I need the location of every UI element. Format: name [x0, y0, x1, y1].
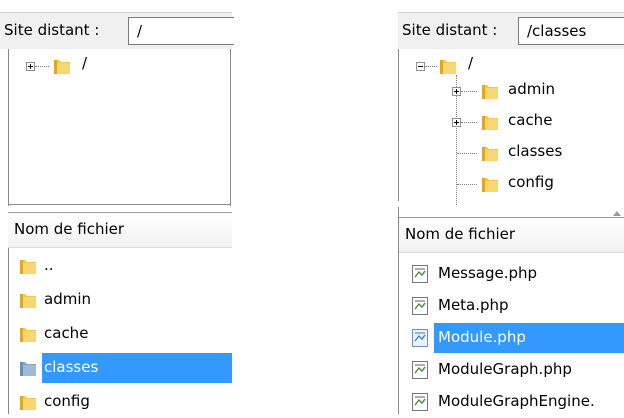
file-row[interactable]: Meta.php	[398, 290, 624, 322]
left-remote-panel: Site distant : / / Nom de fichier .. adm…	[0, 0, 234, 414]
php-file-icon	[412, 297, 428, 315]
php-file-icon	[412, 329, 428, 347]
tree-node-label[interactable]: /	[468, 54, 473, 72]
column-header-filename[interactable]: Nom de fichier	[8, 212, 232, 248]
scroll-up-arrow-icon[interactable]	[613, 211, 621, 216]
tree-connector	[461, 122, 477, 123]
tree-node-label[interactable]: /	[82, 54, 87, 72]
folder-icon	[20, 396, 36, 410]
collapse-minus-icon[interactable]	[416, 62, 425, 71]
right-remote-panel: Site distant : /classes / admin cache cl…	[398, 0, 624, 414]
tree-node-label[interactable]: cache	[508, 111, 552, 129]
file-row[interactable]: ..	[0, 250, 232, 282]
folder-icon	[482, 85, 498, 99]
file-row[interactable]: ModuleGraph.php	[398, 354, 624, 386]
file-row[interactable]: Message.php	[398, 258, 624, 290]
remote-site-label: Site distant :	[4, 21, 100, 39]
file-name: config	[44, 392, 90, 410]
folder-icon	[482, 178, 498, 192]
tree-connector	[425, 66, 437, 67]
tree-border	[398, 49, 399, 201]
tree-border	[8, 204, 231, 205]
tree-node-label[interactable]: classes	[508, 142, 562, 160]
remote-path-field[interactable]: /classes	[518, 17, 624, 45]
folder-icon	[20, 362, 36, 376]
remote-site-bar: Site distant : /classes	[398, 12, 624, 50]
expand-plus-icon[interactable]	[452, 118, 461, 127]
expand-plus-icon[interactable]	[452, 87, 461, 96]
remote-path-value: /classes	[527, 22, 587, 40]
remote-site-label: Site distant :	[402, 21, 498, 39]
remote-path-field[interactable]: /	[128, 17, 234, 45]
tree-border	[8, 49, 9, 206]
remote-directory-tree: /	[0, 49, 232, 206]
tree-connector	[457, 184, 477, 185]
file-row[interactable]: ModuleGraphEngine.	[398, 386, 624, 418]
column-header-label: Nom de fichier	[405, 225, 516, 243]
remote-file-list: Nom de fichier Message.php Meta.php Modu…	[398, 207, 624, 414]
remote-directory-tree: / admin cache classes config	[398, 49, 624, 205]
remote-site-bar: Site distant : /	[0, 12, 234, 50]
php-file-icon	[412, 393, 428, 411]
file-name: classes	[44, 358, 99, 376]
file-name: cache	[44, 324, 89, 342]
tree-node-label[interactable]: config	[508, 173, 554, 191]
file-name: ..	[44, 256, 54, 274]
file-row[interactable]: cache	[0, 318, 232, 350]
column-header-filename[interactable]: Nom de fichier	[399, 217, 624, 253]
tree-border	[230, 49, 231, 206]
folder-icon	[20, 328, 36, 342]
file-row-selected[interactable]: classes	[0, 352, 232, 384]
folder-icon	[54, 60, 70, 74]
folder-icon	[440, 60, 456, 74]
tree-connector	[457, 153, 477, 154]
file-name: Module.php	[438, 328, 526, 346]
folder-icon	[20, 260, 36, 274]
file-name: Meta.php	[438, 296, 509, 314]
folder-icon	[482, 147, 498, 161]
tree-connector	[461, 91, 477, 92]
file-name: ModuleGraphEngine.	[438, 392, 595, 410]
file-row[interactable]: config	[0, 386, 232, 418]
php-file-icon	[412, 265, 428, 283]
file-name: admin	[44, 290, 91, 308]
file-row[interactable]: admin	[0, 284, 232, 316]
file-row-selected[interactable]: Module.php	[398, 322, 624, 354]
expand-plus-icon[interactable]	[26, 62, 35, 71]
folder-icon	[482, 116, 498, 130]
folder-icon	[20, 294, 36, 308]
php-file-icon	[412, 361, 428, 379]
remote-file-list: Nom de fichier .. admin cache classes co…	[0, 212, 232, 414]
file-name: Message.php	[438, 264, 538, 282]
tree-connector	[35, 66, 49, 67]
file-name: ModuleGraph.php	[438, 360, 572, 378]
column-header-label: Nom de fichier	[14, 220, 125, 238]
tree-node-label[interactable]: admin	[508, 80, 555, 98]
remote-path-value: /	[137, 22, 143, 40]
